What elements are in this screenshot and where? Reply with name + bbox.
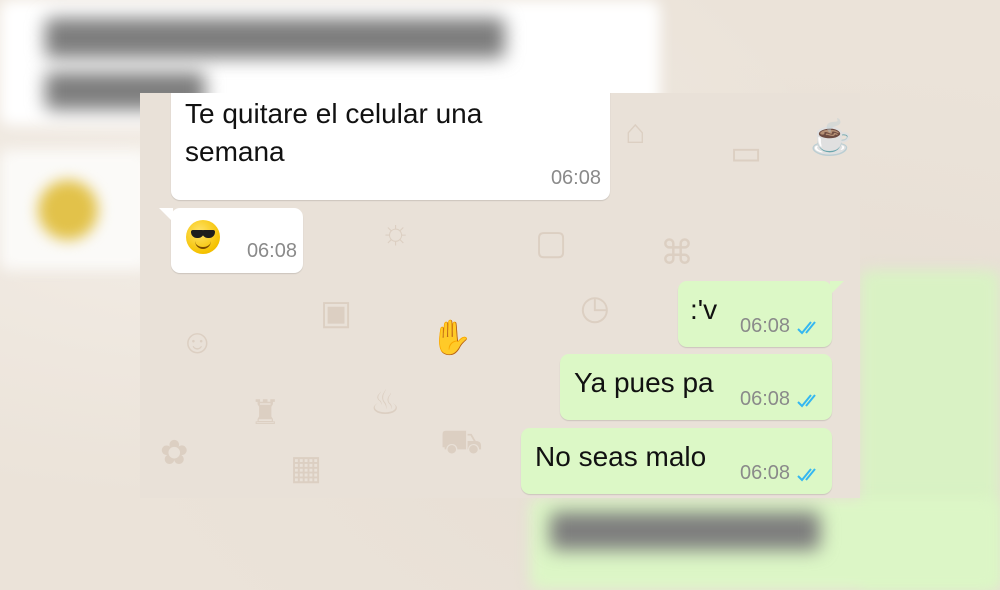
message-timestamp: 06:08 [740,462,791,484]
chat-panel[interactable]: ⌂ ▭ ☕ ☼ ▢ ⌘ ▣ ✋ ◷ ☺ ♜ ♨ ⛟ ✿ ▦ Te quitare… [140,93,860,498]
double-check-read-icon [797,468,816,482]
wallpaper-sun-icon: ☼ [380,213,412,251]
wallpaper-cart-icon: ⛟ [440,423,483,461]
wallpaper-cup-icon: ☕ [810,119,853,157]
double-check-read-icon [797,394,816,408]
wallpaper-shirt-icon: ♜ [250,394,281,432]
incoming-message-bubble[interactable]: 06:08 [159,208,303,273]
outgoing-message-bubble[interactable]: Ya pues pa 06:08 [560,354,832,420]
wallpaper-card-icon: ▭ [730,134,763,172]
incoming-message-bubble[interactable]: Te quitare el celular una semana 06:08 [171,93,610,200]
wallpaper-hand-icon: ✋ [430,319,473,357]
outgoing-message-bubble[interactable]: No seas malo 06:08 [521,428,832,494]
wallpaper-picture-icon: ▣ [320,294,353,332]
double-check-read-icon [797,321,816,335]
message-text: Ya pues pa [574,367,714,398]
message-text-line: Te quitare el celular una [185,98,483,129]
message-timestamp: 06:08 [740,315,791,337]
wallpaper-tv-icon: ▢ [535,224,568,262]
message-timestamp: 06:08 [246,240,297,262]
message-text: No seas malo [535,441,707,472]
outgoing-message-bubble[interactable]: :'v 06:08 [678,281,844,347]
wallpaper-flower-icon: ✿ [160,434,189,472]
wallpaper-photo-icon: ▦ [290,449,323,487]
wallpaper-person-icon: ☺ [180,323,215,361]
blurred-text-line [550,512,820,550]
message-timestamp: 06:08 [740,388,791,410]
wallpaper-bag-icon: ⌘ [660,234,694,272]
sunglasses-emoji-icon [186,220,220,254]
message-timestamp: 06:08 [550,167,601,189]
wallpaper-clock-icon: ◷ [580,289,610,327]
message-text-line: semana [185,136,285,167]
blurred-emoji [38,180,98,240]
wallpaper-chair-icon: ⌂ [625,113,646,151]
blurred-text-line [45,18,505,58]
message-text: :'v [690,294,718,325]
wallpaper-pot-icon: ♨ [370,384,401,422]
